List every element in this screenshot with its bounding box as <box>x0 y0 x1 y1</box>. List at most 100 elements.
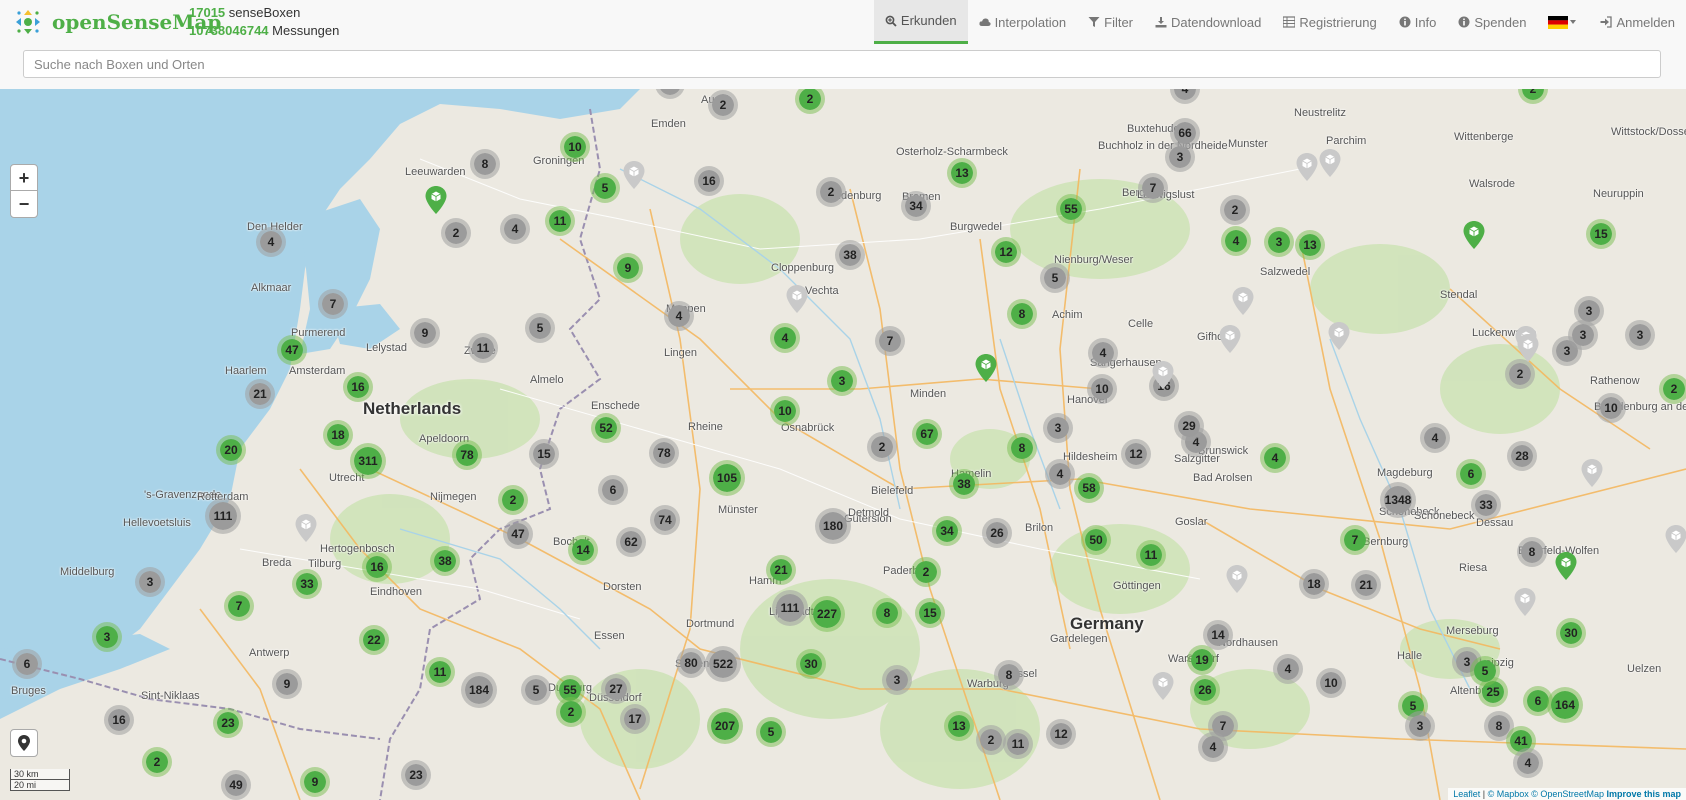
sensebox-marker-icon[interactable] <box>1555 552 1577 580</box>
sensor-cluster[interactable]: 38 <box>835 240 865 270</box>
sensor-cluster[interactable]: 21 <box>245 379 275 409</box>
sensor-cluster[interactable]: 9 <box>410 318 440 348</box>
sensor-cluster[interactable]: 2 <box>1220 195 1250 225</box>
osm-link[interactable]: © OpenStreetMap <box>1531 789 1604 799</box>
sensor-cluster[interactable]: 11 <box>1136 540 1166 570</box>
sensor-cluster[interactable]: 105 <box>709 460 745 496</box>
sensor-cluster[interactable]: 8 <box>1007 299 1037 329</box>
sensor-cluster[interactable]: 11 <box>425 657 455 687</box>
sensor-cluster[interactable]: 3 <box>1043 413 1073 443</box>
sensor-cluster[interactable]: 2 <box>1505 359 1535 389</box>
sensor-cluster[interactable]: 12 <box>991 237 1021 267</box>
sensor-cluster[interactable]: 78 <box>452 440 482 470</box>
sensor-cluster[interactable]: 13 <box>947 158 977 188</box>
sensor-cluster[interactable]: 111 <box>205 498 241 534</box>
sensebox-marker-icon[interactable] <box>1665 525 1686 553</box>
sensor-cluster[interactable]: 9 <box>613 253 643 283</box>
sensebox-marker-icon[interactable] <box>1152 361 1174 389</box>
sensor-cluster[interactable]: 7 <box>318 289 348 319</box>
sensebox-marker-icon[interactable] <box>1581 459 1603 487</box>
sensor-cluster[interactable]: 16 <box>694 166 724 196</box>
sensor-cluster[interactable]: 2 <box>867 432 897 462</box>
sensor-cluster[interactable]: 4 <box>1260 443 1290 473</box>
sensor-cluster[interactable]: 7 <box>1340 525 1370 555</box>
sensor-cluster[interactable]: 8 <box>1007 433 1037 463</box>
sensor-cluster[interactable]: 180 <box>815 508 851 544</box>
sensor-cluster[interactable]: 11 <box>545 206 575 236</box>
sensor-cluster[interactable]: 21 <box>1351 570 1381 600</box>
sensebox-marker-icon[interactable] <box>1514 588 1536 616</box>
sensor-cluster[interactable]: 16 <box>362 552 392 582</box>
search-input[interactable] <box>23 50 1661 78</box>
sensor-cluster[interactable]: 2 <box>708 90 738 120</box>
nav-filter[interactable]: Filter <box>1077 0 1144 44</box>
sensebox-marker-icon[interactable] <box>1328 322 1350 350</box>
sensor-cluster[interactable]: 8 <box>470 149 500 179</box>
sensor-cluster[interactable]: 26 <box>982 518 1012 548</box>
sensebox-marker-icon[interactable] <box>1226 565 1248 593</box>
sensor-cluster[interactable]: 4 <box>1088 338 1118 368</box>
sensor-cluster[interactable]: 47 <box>277 335 307 365</box>
sensor-cluster[interactable]: 22 <box>359 625 389 655</box>
nav-registrierung[interactable]: Registrierung <box>1272 0 1387 44</box>
sensebox-marker-icon[interactable] <box>975 354 997 382</box>
sensor-cluster[interactable]: 6 <box>1456 459 1486 489</box>
sensor-cluster[interactable]: 18 <box>323 420 353 450</box>
sensebox-marker-icon[interactable] <box>786 285 808 313</box>
sensor-cluster[interactable]: 6 <box>12 649 42 679</box>
sensor-cluster[interactable]: 1348 <box>1380 482 1416 518</box>
sensor-cluster[interactable]: 28 <box>1507 441 1537 471</box>
sensor-cluster[interactable]: 311 <box>350 443 386 479</box>
sensor-cluster[interactable]: 47 <box>503 519 533 549</box>
sensor-cluster[interactable]: 12 <box>1121 439 1151 469</box>
sensebox-marker-icon[interactable] <box>1219 325 1241 353</box>
sensor-cluster[interactable]: 21 <box>766 555 796 585</box>
sensor-cluster[interactable]: 2 <box>556 697 586 727</box>
sensor-cluster[interactable]: 10 <box>560 132 590 162</box>
sensor-cluster[interactable]: 30 <box>1556 618 1586 648</box>
sensor-cluster[interactable]: 5 <box>590 173 620 203</box>
sensor-cluster[interactable]: 23 <box>213 708 243 738</box>
sensor-cluster[interactable]: 10 <box>1316 668 1346 698</box>
nav-info[interactable]: Info <box>1388 0 1448 44</box>
leaflet-link[interactable]: Leaflet <box>1453 789 1480 799</box>
sensor-cluster[interactable]: 33 <box>292 569 322 599</box>
nav-datendownload[interactable]: Datendownload <box>1144 0 1272 44</box>
sensor-cluster[interactable]: 18 <box>1299 569 1329 599</box>
locate-button[interactable] <box>10 729 38 757</box>
sensor-cluster[interactable]: 7 <box>224 591 254 621</box>
sensor-cluster[interactable]: 5 <box>1040 263 1070 293</box>
sensor-cluster[interactable]: 4 <box>1273 654 1303 684</box>
sensor-cluster[interactable]: 9 <box>272 669 302 699</box>
sensor-cluster[interactable]: 49 <box>221 770 251 800</box>
sensor-cluster[interactable]: 4 <box>1420 423 1450 453</box>
sensebox-marker-icon[interactable] <box>1517 334 1539 362</box>
sensor-cluster[interactable]: 8 <box>994 660 1024 690</box>
sensor-cluster[interactable]: 15 <box>915 598 945 628</box>
sensor-cluster[interactable]: 55 <box>1056 194 1086 224</box>
nav-erkunden[interactable]: Erkunden <box>873 0 968 44</box>
sensor-cluster[interactable]: 52 <box>591 413 621 443</box>
sensor-cluster[interactable]: 16 <box>343 372 373 402</box>
sensor-cluster[interactable]: 3 <box>1264 227 1294 257</box>
sensebox-marker-icon[interactable] <box>1296 153 1318 181</box>
sensor-cluster[interactable]: 78 <box>649 438 679 468</box>
sensor-cluster[interactable]: 11 <box>1003 729 1033 759</box>
sensor-cluster[interactable]: 184 <box>461 672 497 708</box>
sensor-cluster[interactable]: 3 <box>1405 711 1435 741</box>
sensor-cluster[interactable]: 12 <box>1046 719 1076 749</box>
sensor-cluster[interactable]: 207 <box>707 708 743 744</box>
sensor-cluster[interactable]: 5 <box>521 675 551 705</box>
sensor-cluster[interactable]: 15 <box>1586 219 1616 249</box>
sensebox-marker-icon[interactable] <box>425 186 447 214</box>
sensor-cluster[interactable]: 5 <box>1470 656 1500 686</box>
sensor-cluster[interactable]: 17 <box>620 704 650 734</box>
sensor-cluster[interactable]: 13 <box>944 711 974 741</box>
sensor-cluster[interactable]: 14 <box>568 535 598 565</box>
sensor-cluster[interactable]: 38 <box>949 469 979 499</box>
sensor-cluster[interactable]: 19 <box>1187 645 1217 675</box>
sensor-cluster[interactable]: 4 <box>770 323 800 353</box>
sensor-cluster[interactable]: 62 <box>616 527 646 557</box>
sensor-cluster[interactable]: 4 <box>1513 748 1543 778</box>
sensor-cluster[interactable]: 15 <box>529 439 559 469</box>
